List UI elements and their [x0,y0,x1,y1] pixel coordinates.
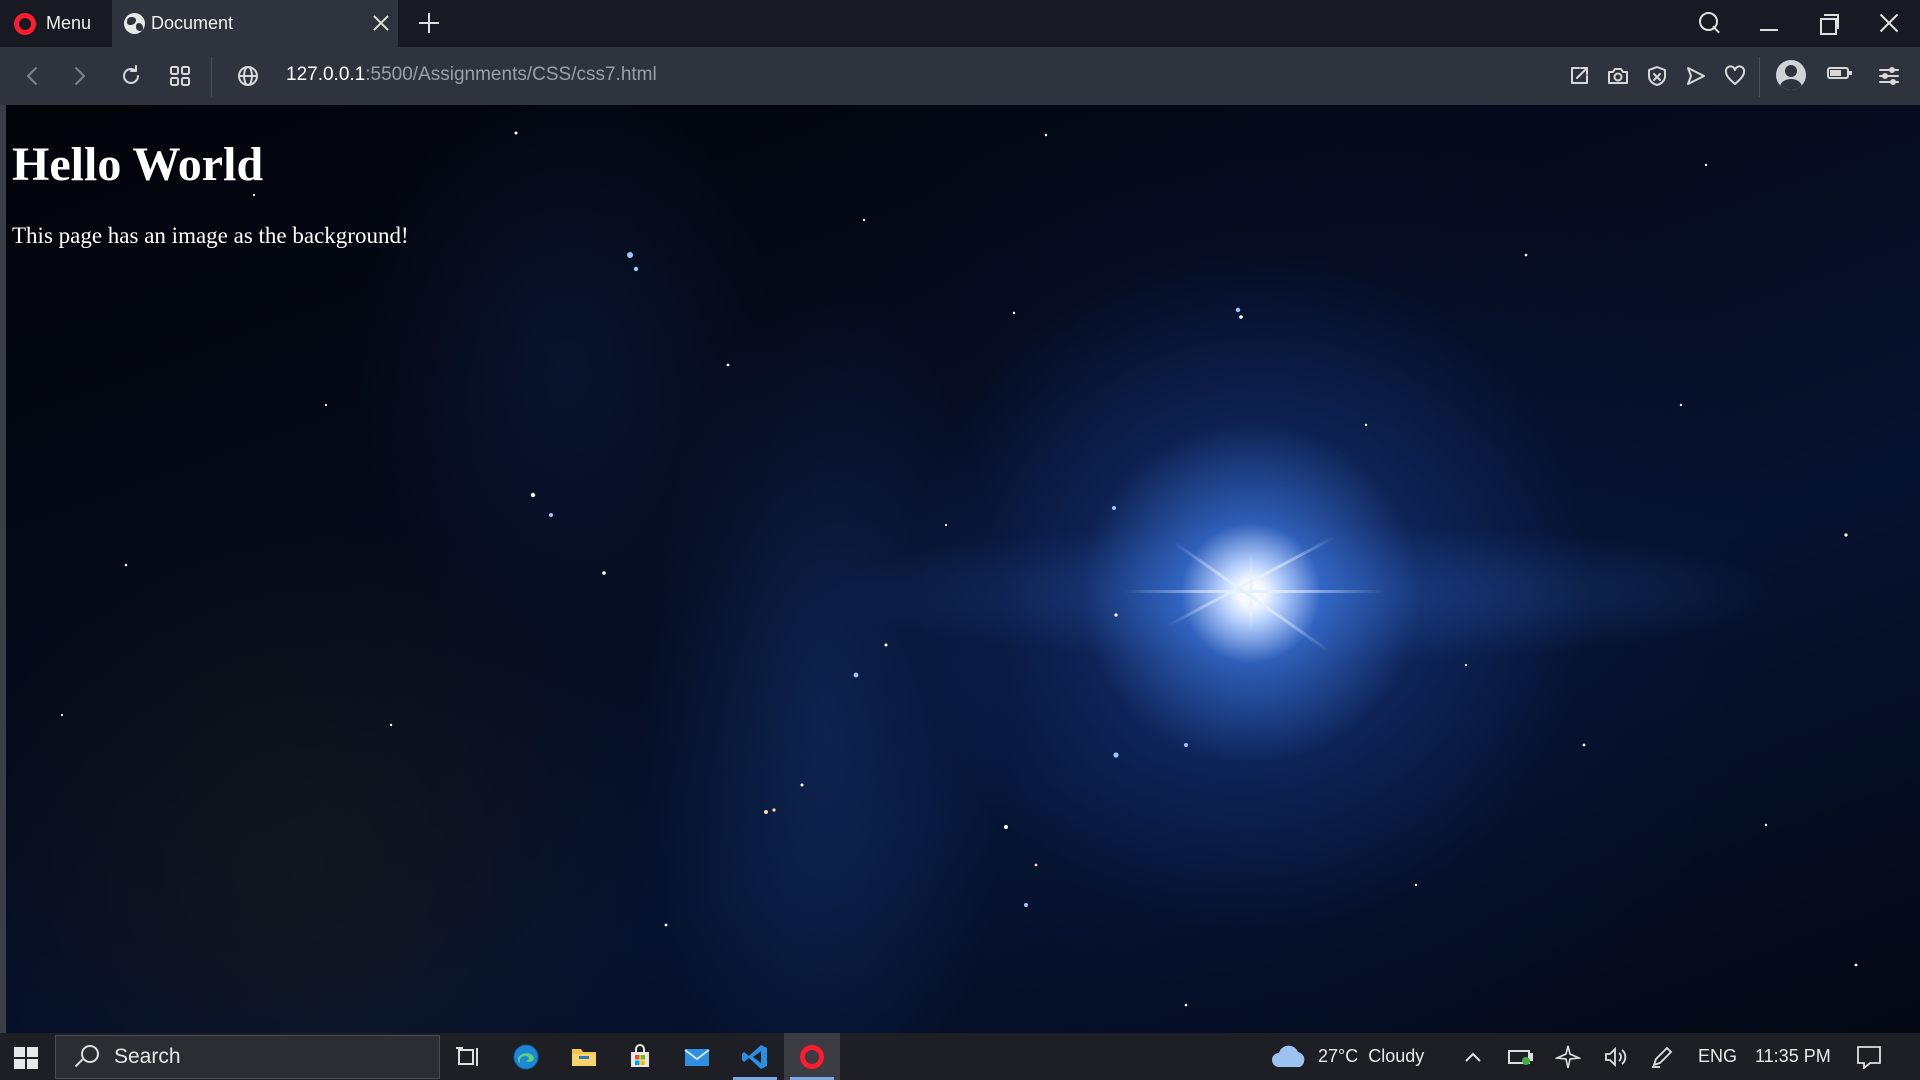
close-window-button[interactable] [1876,10,1902,36]
mail-icon[interactable] [669,1033,725,1080]
volume-icon[interactable] [1603,1033,1629,1080]
show-hidden-icons-chevron-icon[interactable] [1463,1033,1483,1080]
star-flare [1249,552,1253,633]
minimize-window-button[interactable] [1756,10,1782,36]
send-icon[interactable] [1683,63,1709,89]
opera-taskbar-icon[interactable] [784,1033,840,1080]
heart-icon[interactable] [1722,63,1748,89]
new-tab-button[interactable] [416,10,442,36]
globe-icon [124,13,145,34]
vscode-icon[interactable] [727,1033,783,1080]
easy-setup-icon[interactable] [1876,63,1902,89]
page-heading: Hello World [12,138,264,191]
windows-start-icon[interactable] [14,1047,38,1069]
address-bar: 127.0.0.1:5500/Assignments/CSS/css7.html [0,47,1920,105]
windows-taskbar: Search 27°C Cloudy ENG 11:35 PM [0,1033,1920,1080]
site-info-globe-icon[interactable] [235,63,261,89]
weather-widget[interactable]: 27°C Cloudy [1270,1033,1424,1080]
search-placeholder: Search [114,1045,181,1068]
weather-description: Cloudy [1368,1046,1425,1066]
close-tab-icon[interactable] [368,10,394,36]
snapshot-camera-icon[interactable] [1605,63,1631,89]
page-viewport: Hello World This page has an image as th… [6,105,1920,1033]
opera-menu-button[interactable]: Menu [0,0,110,47]
browser-title-bar: Menu Document [0,0,1920,47]
page-paragraph: This page has an image as the background… [12,223,409,248]
battery-tray-icon[interactable] [1508,1033,1534,1080]
opera-logo-icon [14,12,36,35]
cloud-icon [1272,1045,1305,1067]
url-path: :5500/Assignments/CSS/css7.html [365,64,657,85]
reload-icon[interactable] [118,63,144,89]
tab-document[interactable]: Document [112,0,398,47]
toolbar-divider [211,57,212,97]
notifications-icon[interactable] [1856,1033,1882,1080]
clock-time[interactable]: 11:35 PM [1755,1033,1831,1080]
back-icon[interactable] [20,63,46,89]
weather-temperature: 27°C [1318,1046,1359,1066]
url-field[interactable]: 127.0.0.1:5500/Assignments/CSS/css7.html [286,64,657,86]
pen-workspace-icon[interactable] [1650,1033,1674,1080]
tab-search-icon[interactable] [1697,10,1723,36]
file-explorer-icon[interactable] [556,1033,612,1080]
toolbar-divider [1759,57,1760,97]
opera-logo-icon [800,1044,824,1069]
star-flare [1124,590,1384,593]
search-icon [74,1044,100,1070]
task-view-icon[interactable] [440,1033,496,1080]
ad-blocker-icon[interactable] [1644,63,1670,89]
profile-avatar-icon[interactable] [1776,60,1806,90]
battery-saver-icon[interactable] [1827,67,1852,79]
forward-icon[interactable] [66,63,92,89]
tabs-grid-icon[interactable] [167,63,193,89]
tab-title: Document [151,13,234,33]
menu-label: Menu [46,13,92,33]
edge-browser-icon[interactable] [498,1033,554,1080]
taskbar-search-box[interactable]: Search [55,1035,440,1079]
input-language[interactable]: ENG [1698,1033,1737,1080]
airplane-mode-icon[interactable] [1555,1033,1581,1080]
url-host: 127.0.0.1 [286,64,366,85]
share-icon[interactable] [1566,63,1592,89]
microsoft-store-icon[interactable] [612,1033,668,1080]
restore-window-button[interactable] [1816,10,1842,36]
